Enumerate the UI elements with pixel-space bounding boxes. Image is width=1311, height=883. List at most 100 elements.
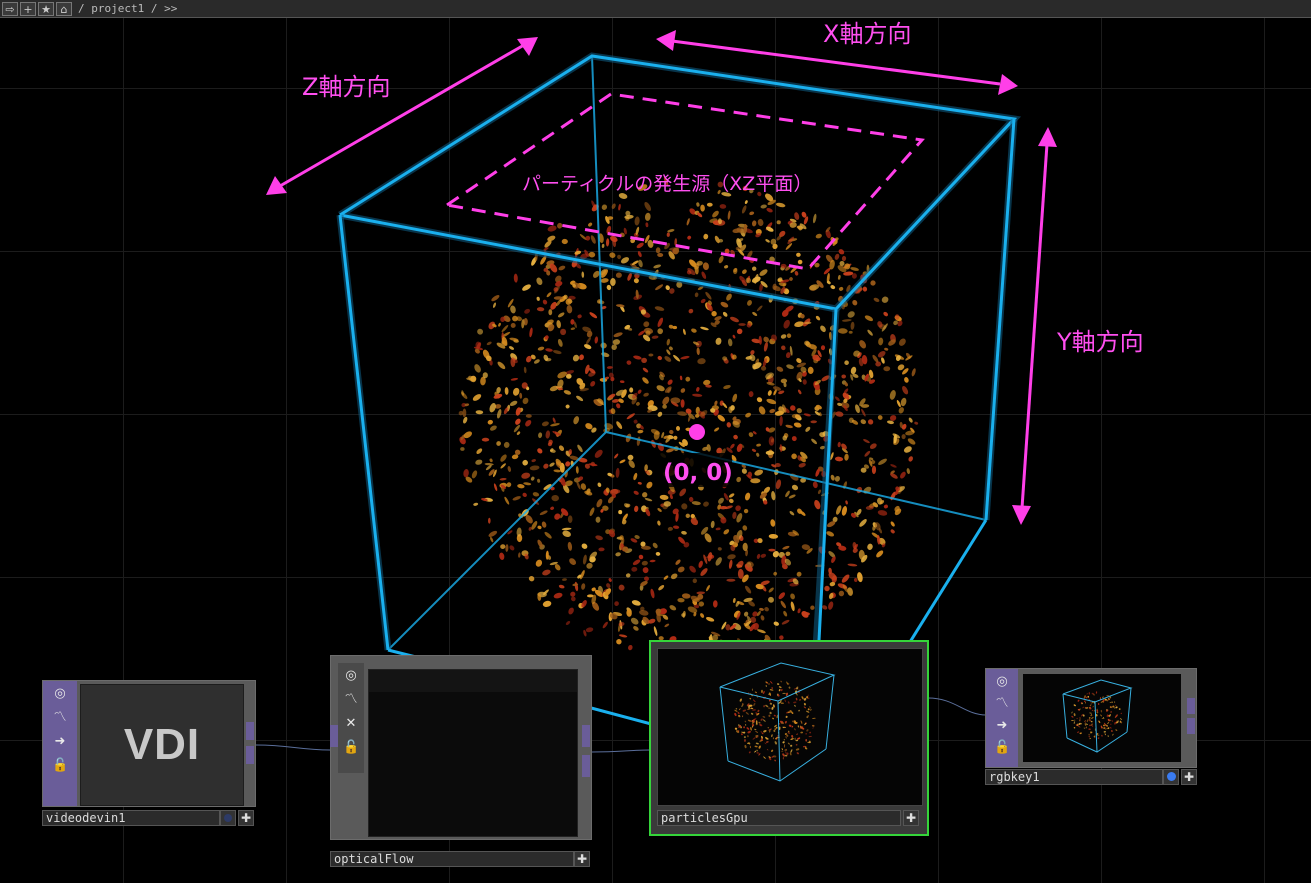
view-icon[interactable]: ◎: [994, 674, 1010, 690]
particle: [835, 411, 844, 417]
particle: [820, 345, 826, 351]
particle: [770, 519, 776, 527]
particle: [1088, 717, 1091, 719]
particle: [566, 373, 572, 379]
display-flag[interactable]: [1163, 769, 1179, 785]
particle: [1077, 699, 1080, 702]
particle: [785, 715, 788, 718]
particle: [850, 267, 859, 271]
particle: [787, 730, 790, 733]
output-port[interactable]: [582, 725, 590, 747]
graph-icon[interactable]: 〽: [52, 710, 68, 726]
particle: [544, 531, 552, 539]
view-icon[interactable]: ◎: [343, 668, 359, 684]
lock-icon[interactable]: 🔓: [52, 758, 68, 774]
input-port[interactable]: [330, 725, 338, 747]
particle: [741, 205, 747, 214]
particle: [754, 730, 759, 733]
particle: [900, 397, 907, 407]
particle: [867, 329, 873, 336]
particle: [1107, 735, 1109, 737]
particle: [476, 448, 483, 454]
close-icon[interactable]: ✕: [343, 716, 359, 732]
graph-icon[interactable]: 〽: [994, 696, 1010, 712]
node-name-field[interactable]: particlesGpu: [657, 810, 901, 826]
lock-icon[interactable]: 🔓: [994, 740, 1010, 756]
particle: [565, 461, 571, 467]
display-flag[interactable]: [220, 810, 236, 826]
add-icon[interactable]: ✚: [1181, 769, 1197, 785]
particle: [826, 531, 835, 537]
node-name-field[interactable]: opticalFlow: [330, 851, 574, 867]
node-opticalFlow[interactable]: ◎ 〽 ✕ 🔓 opticalFlow ✚: [330, 655, 594, 870]
particle: [601, 243, 605, 248]
particle: [796, 737, 801, 740]
particle: [712, 600, 718, 608]
particle: [670, 573, 678, 580]
output-port[interactable]: [246, 746, 254, 764]
view-icon[interactable]: ◎: [52, 686, 68, 702]
particle: [645, 222, 649, 228]
output-port[interactable]: [1187, 698, 1195, 714]
star-icon[interactable]: ★: [38, 1, 54, 16]
particle: [785, 751, 787, 754]
lock-icon[interactable]: 🔓: [343, 740, 359, 756]
particle: [710, 520, 715, 529]
output-port[interactable]: [1187, 718, 1195, 734]
particle: [685, 376, 691, 382]
plus-icon[interactable]: +: [20, 1, 36, 16]
particle: [758, 406, 766, 415]
particle: [890, 521, 895, 527]
particle: [778, 686, 782, 689]
particle: [1120, 712, 1123, 715]
back-arrow-icon[interactable]: ⇨: [2, 1, 18, 16]
output-port[interactable]: [246, 722, 254, 740]
node-name-field[interactable]: videodevin1: [42, 810, 220, 826]
particle: [611, 203, 616, 209]
particle: [632, 559, 641, 566]
graph-icon[interactable]: 〽: [343, 692, 359, 708]
particle: [532, 492, 540, 497]
particle: [746, 727, 750, 730]
output-port[interactable]: [582, 755, 590, 777]
particle: [743, 508, 749, 514]
node-rgbkey1[interactable]: ◎ 〽 ➜ 🔓 rgbkey1 ✚: [985, 668, 1199, 788]
add-icon[interactable]: ✚: [574, 851, 590, 867]
particle: [783, 739, 786, 741]
particle: [752, 709, 756, 711]
node-preview: VDI: [80, 684, 244, 806]
particle: [680, 388, 686, 393]
particle: [615, 467, 620, 478]
particle: [460, 392, 468, 399]
particle: [745, 724, 747, 726]
particle: [752, 266, 757, 271]
particle: [1103, 730, 1106, 733]
particle: [770, 681, 773, 684]
particle: [749, 745, 751, 749]
particle: [773, 714, 776, 717]
node-videodevin1[interactable]: ◎ 〽 ➜ 🔓 VDI videodevin1 ✚: [42, 680, 258, 830]
particle: [775, 202, 786, 208]
particle: [692, 393, 703, 397]
particle: [755, 723, 758, 726]
particle: [646, 481, 653, 489]
particle: [801, 696, 804, 700]
arrow-right-icon[interactable]: ➜: [994, 718, 1010, 734]
particle: [745, 412, 752, 418]
node-particlesGpu[interactable]: particlesGpu ✚: [649, 640, 929, 836]
arrow-right-icon[interactable]: ➜: [52, 734, 68, 750]
particle: [715, 337, 722, 345]
node-name-field[interactable]: rgbkey1: [985, 769, 1163, 785]
add-icon[interactable]: ✚: [903, 810, 919, 826]
particle: [844, 453, 849, 461]
particle: [746, 735, 749, 738]
z-axis-label: Z軸方向: [302, 73, 390, 101]
particle: [496, 409, 502, 419]
add-icon[interactable]: ✚: [238, 810, 254, 826]
particle: [522, 459, 529, 466]
particle: [768, 548, 776, 552]
particle: [657, 252, 664, 258]
particle: [772, 737, 774, 740]
breadcrumb[interactable]: / project1 / >>: [78, 2, 177, 15]
home-icon[interactable]: ⌂: [56, 1, 72, 16]
